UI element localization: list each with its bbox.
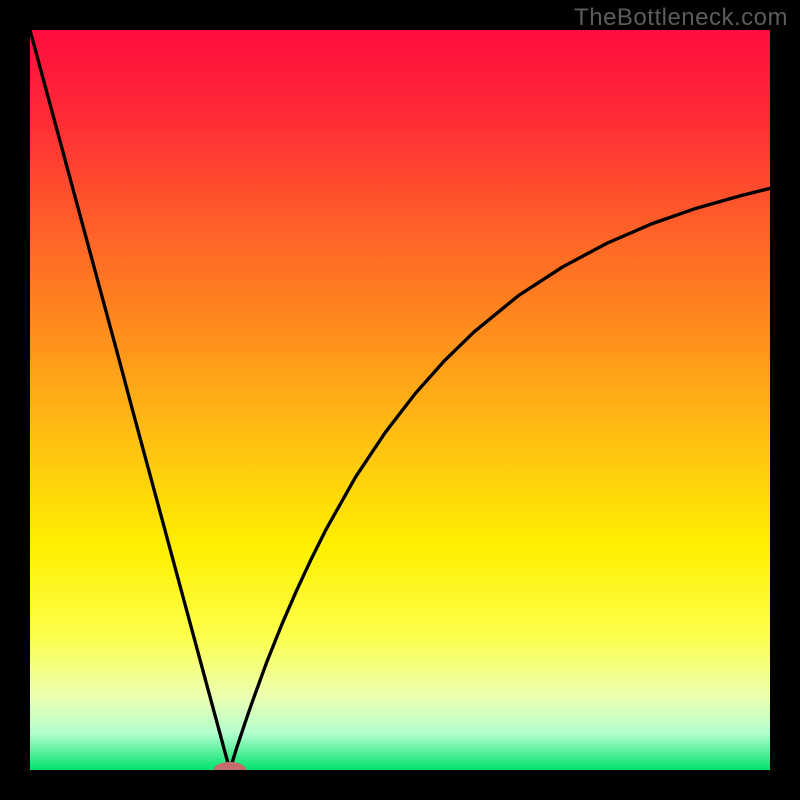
chart-plot-area [30,30,770,770]
chart-frame: TheBottleneck.com [0,0,800,800]
gradient-background [30,30,770,770]
watermark-text: TheBottleneck.com [574,4,788,32]
chart-svg [30,30,770,770]
